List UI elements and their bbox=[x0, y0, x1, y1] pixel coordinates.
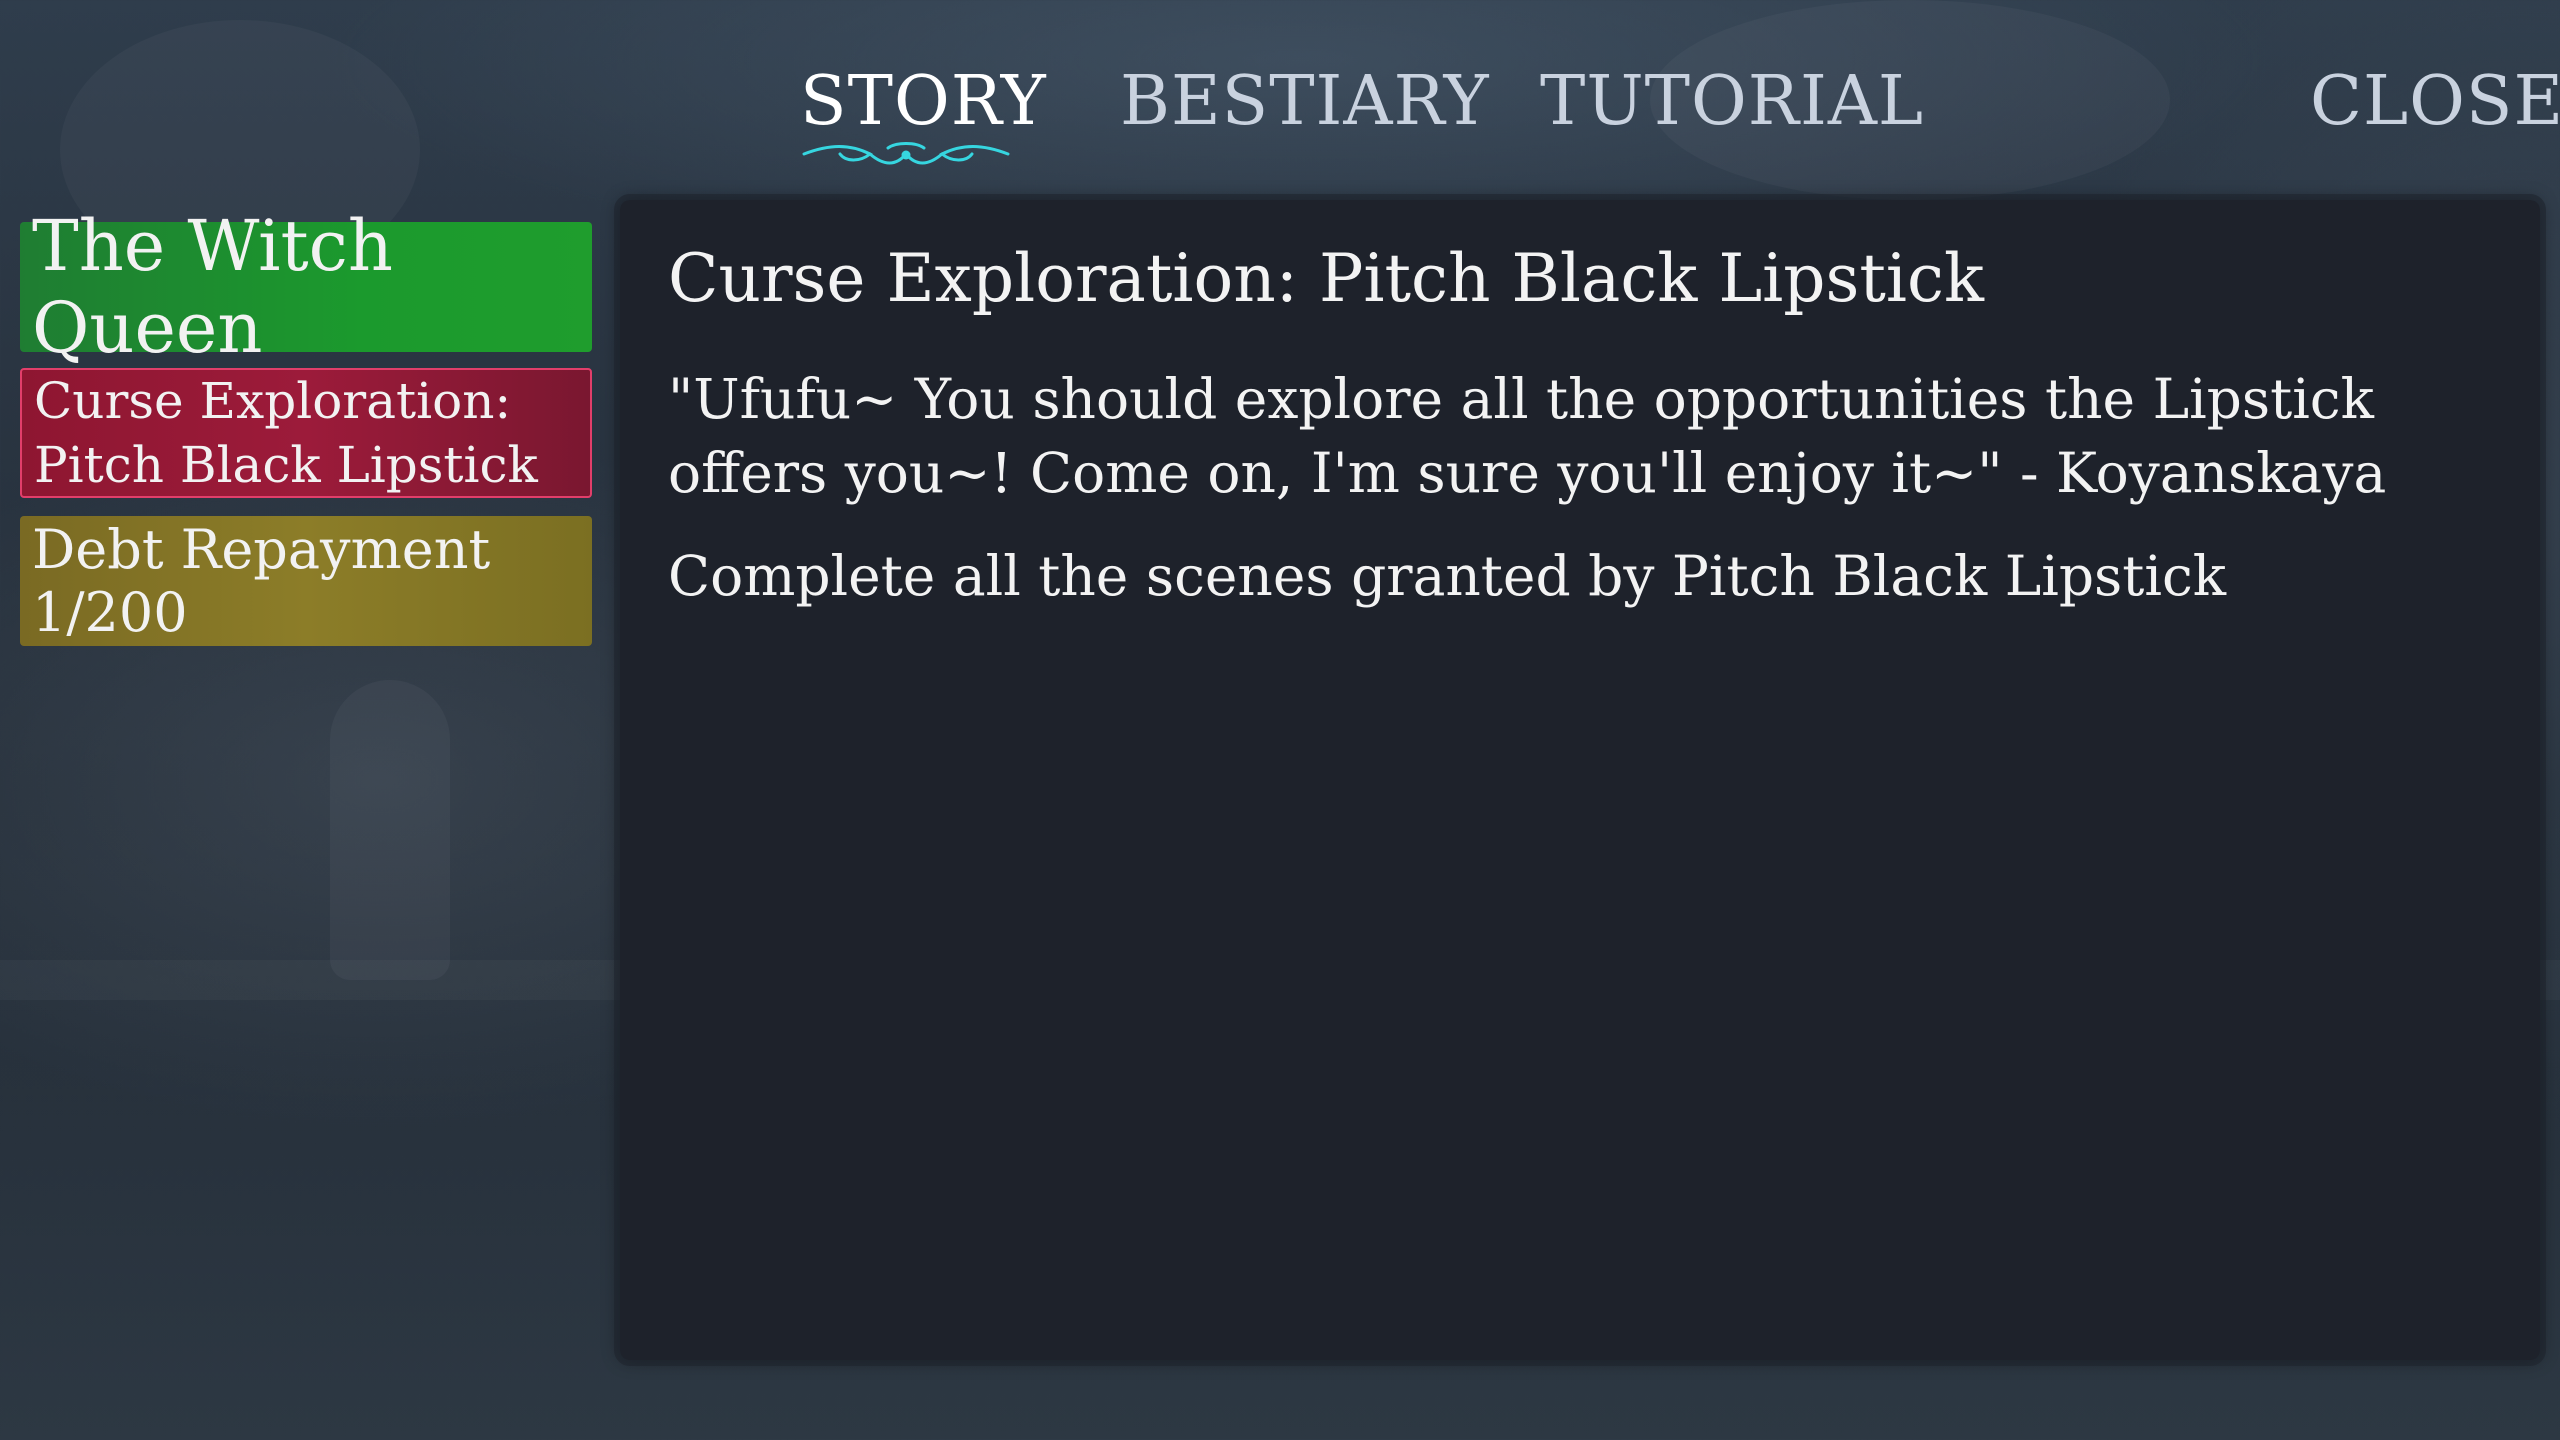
close-button[interactable]: CLOSE bbox=[2310, 62, 2560, 141]
quest-item-curse-exploration[interactable]: Curse Exploration: Pitch Black Lipstick bbox=[20, 368, 592, 498]
tab-bestiary[interactable]: BESTIARY bbox=[1120, 62, 1490, 141]
quest-item-witch-queen[interactable]: The Witch Queen bbox=[20, 205, 592, 369]
quest-detail-quote: "Ufufu~ You should explore all the oppor… bbox=[668, 367, 2387, 505]
quest-item-label: Curse Exploration: Pitch Black Lipstick bbox=[34, 372, 538, 494]
tab-tutorial[interactable]: TUTORIAL bbox=[1540, 62, 1924, 141]
quest-item-label: Debt Repayment 1/200 bbox=[32, 518, 491, 644]
quest-detail-panel: Curse Exploration: Pitch Black Lipstick … bbox=[614, 194, 2546, 1366]
quest-item-debt-repayment[interactable]: Debt Repayment 1/200 bbox=[20, 516, 592, 646]
background-statue-figure bbox=[330, 680, 450, 980]
ornate-flourish-icon bbox=[802, 142, 1010, 165]
tab-story[interactable]: STORY bbox=[800, 62, 1047, 141]
quest-detail-title: Curse Exploration: Pitch Black Lipstick bbox=[668, 240, 1984, 317]
quest-item-label: The Witch Queen bbox=[32, 205, 393, 369]
top-navigation: STORY BESTIARY TUTORIAL CLOSE bbox=[0, 0, 2560, 200]
quest-detail-objective: Complete all the scenes granted by Pitch… bbox=[668, 544, 2227, 608]
